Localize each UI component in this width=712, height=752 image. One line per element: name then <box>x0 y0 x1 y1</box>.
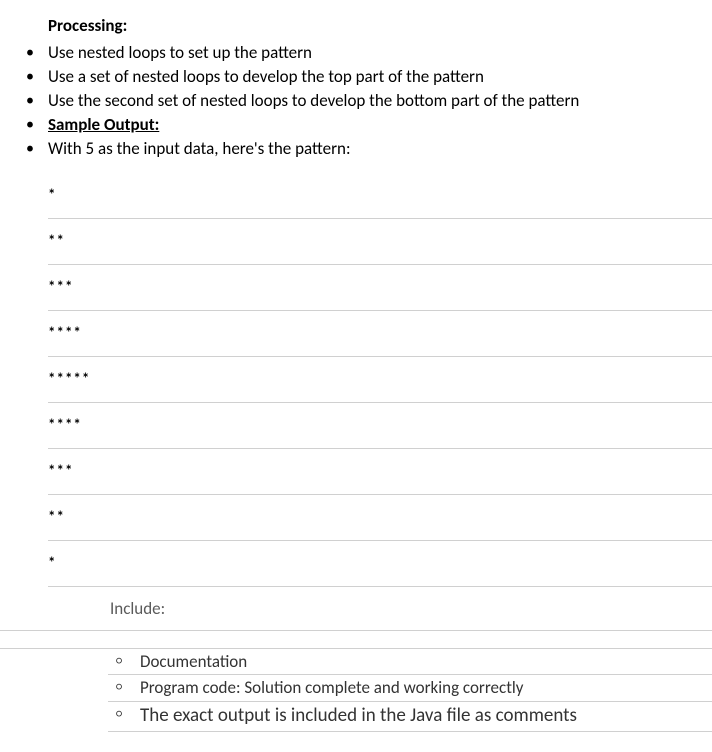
pattern-line: ***** <box>48 357 712 403</box>
bullet-item: Use the second set of nested loops to de… <box>20 90 712 113</box>
pattern-line: * <box>48 173 712 219</box>
sample-output-label: Sample Output: <box>48 114 159 135</box>
pattern-line: *** <box>48 265 712 311</box>
include-item: The exact output is included in the Java… <box>108 702 712 732</box>
pattern-line: **** <box>48 403 712 449</box>
bullet-item-sample-output: Sample Output: <box>20 114 712 137</box>
pattern-line: * <box>48 541 712 587</box>
include-item: Documentation <box>108 649 712 676</box>
pattern-line: **** <box>48 311 712 357</box>
bullet-item-intro: With 5 as the input data, here's the pat… <box>20 138 712 161</box>
pattern-line: ** <box>48 495 712 541</box>
include-item: Program code: Solution complete and work… <box>108 675 712 702</box>
spacer <box>0 631 712 649</box>
bullet-item: Use a set of nested loops to develop the… <box>20 66 712 89</box>
pattern-line: ** <box>48 219 712 265</box>
bullet-item: Use nested loops to set up the pattern <box>20 42 712 65</box>
pattern-line: *** <box>48 449 712 495</box>
pattern-output-area: * ** *** **** ***** **** *** ** * <box>0 173 712 587</box>
include-sub-list: Documentation Program code: Solution com… <box>0 649 712 732</box>
include-heading: Include: <box>0 587 712 631</box>
processing-heading: Processing: <box>0 15 712 36</box>
processing-bullet-list: Use nested loops to set up the pattern U… <box>0 42 712 161</box>
